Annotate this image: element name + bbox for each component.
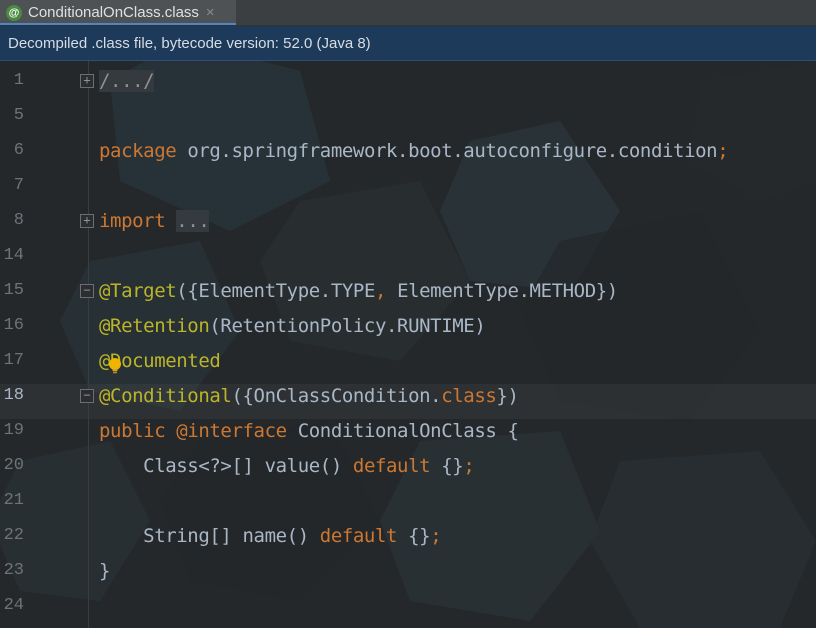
line-number: 5: [13, 106, 24, 125]
code-line-23: }: [99, 560, 111, 582]
code-line-8: import ...: [99, 210, 210, 232]
code-line-16: @Retention(RetentionPolicy.RUNTIME): [99, 315, 486, 337]
banner-text: Decompiled .class file, bytecode version…: [8, 34, 371, 52]
active-tab-indicator: [0, 23, 236, 25]
code-line-18: @Conditional({OnClassCondition.class}): [99, 385, 519, 407]
line-number: 1: [13, 71, 24, 90]
close-icon[interactable]: ×: [206, 4, 215, 21]
fold-expand-icon[interactable]: +: [80, 74, 94, 88]
line-number: 6: [13, 141, 24, 160]
ide-window: @ ConditionalOnClass.class × Decompiled …: [0, 0, 816, 628]
code-editor[interactable]: 1 5 6 7 8 14 15 16 17 18 19 20 21 22 23 …: [0, 61, 816, 628]
line-number: 8: [13, 211, 24, 230]
lightbulb-icon[interactable]: [108, 357, 122, 375]
annotation-class-icon: @: [6, 4, 22, 21]
fold-collapse-icon[interactable]: −: [80, 389, 94, 403]
line-number: 17: [3, 351, 24, 370]
gutter-separator: [88, 61, 89, 628]
line-number: 14: [3, 246, 24, 265]
code-line-1: /.../: [99, 70, 155, 92]
line-number-current: 18: [3, 386, 24, 405]
line-number: 21: [3, 491, 24, 510]
code-line-15: @Target({ElementType.TYPE, ElementType.M…: [99, 280, 618, 302]
editor-tab-bar: @ ConditionalOnClass.class ×: [0, 0, 816, 26]
folded-header[interactable]: /.../: [99, 70, 155, 92]
line-number: 15: [3, 281, 24, 300]
line-number: 20: [3, 456, 24, 475]
code-line-22: String[] name() default {};: [99, 525, 442, 547]
line-number: 7: [13, 176, 24, 195]
line-number: 16: [3, 316, 24, 335]
fold-expand-icon[interactable]: +: [80, 214, 94, 228]
tab-conditional-on-class[interactable]: @ ConditionalOnClass.class ×: [0, 0, 236, 25]
line-number: 24: [3, 596, 24, 615]
decompiled-notice-banner: Decompiled .class file, bytecode version…: [0, 26, 816, 61]
code-line-20: Class<?>[] value() default {};: [99, 455, 475, 477]
code-line-6: package org.springframework.boot.autocon…: [99, 140, 729, 162]
folded-imports[interactable]: ...: [176, 210, 210, 232]
line-number: 22: [3, 526, 24, 545]
tab-title: ConditionalOnClass.class: [28, 4, 199, 21]
fold-collapse-icon[interactable]: −: [80, 284, 94, 298]
line-number: 19: [3, 421, 24, 440]
line-number: 23: [3, 561, 24, 580]
code-line-19: public @interface ConditionalOnClass {: [99, 420, 519, 442]
